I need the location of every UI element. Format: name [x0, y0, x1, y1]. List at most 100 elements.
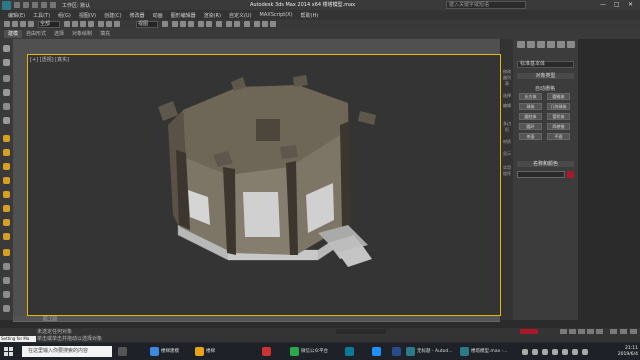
side-tab-polygon[interactable]: 多边形 — [502, 121, 512, 133]
viewport-label[interactable]: [+] [透视] [真实] — [30, 56, 69, 63]
menu-views[interactable]: 视图(V) — [79, 12, 96, 19]
reference-coord-dropdown[interactable]: 视图 — [136, 21, 158, 28]
motion-tab-icon[interactable] — [547, 41, 555, 48]
cylinder-button[interactable]: 圆柱体 — [519, 113, 542, 120]
pivot-icon[interactable] — [162, 21, 168, 27]
render-icon[interactable] — [270, 21, 276, 27]
menu-customize[interactable]: 自定义(U) — [229, 12, 252, 19]
redo-icon[interactable] — [50, 2, 56, 8]
menu-modifiers[interactable]: 修改器 — [130, 12, 145, 19]
perspective-viewport[interactable] — [27, 54, 501, 316]
display-tab-icon[interactable] — [557, 41, 565, 48]
next-frame-icon[interactable] — [587, 329, 594, 334]
percent-snap-icon[interactable] — [188, 21, 194, 27]
object-name-field[interactable] — [517, 171, 565, 178]
tool-icon[interactable] — [3, 219, 10, 226]
tool-icon[interactable] — [3, 177, 10, 184]
ime-icon[interactable] — [582, 349, 588, 355]
auto-key-button[interactable] — [520, 329, 538, 334]
redo-tool-icon[interactable] — [12, 21, 18, 27]
layer-manager-icon[interactable] — [216, 21, 222, 27]
search-input[interactable]: 键入关键字或短语 — [446, 1, 526, 9]
app-logo-icon[interactable] — [2, 0, 11, 10]
menu-help[interactable]: 帮助(H) — [301, 12, 319, 19]
minimize-button[interactable]: — — [600, 1, 606, 8]
photoshop-icon[interactable] — [392, 347, 401, 356]
angle-snap-icon[interactable] — [180, 21, 186, 27]
maxscript-listener[interactable]: Setting for Ma — [0, 336, 36, 342]
tool-icon[interactable] — [3, 249, 10, 256]
go-to-end-icon[interactable] — [596, 329, 603, 334]
scale-icon[interactable] — [114, 21, 120, 27]
task-view-icon[interactable] — [118, 347, 127, 356]
menu-tools[interactable]: 工具(T) — [33, 12, 50, 19]
tool-icon[interactable] — [3, 305, 10, 312]
material-editor-icon[interactable] — [244, 21, 250, 27]
tool-icon[interactable] — [3, 191, 10, 198]
modify-tab-icon[interactable] — [527, 41, 535, 48]
wechat-icon[interactable] — [290, 347, 299, 356]
menu-edit[interactable]: 编辑(E) — [8, 12, 25, 19]
object-color-swatch[interactable] — [567, 171, 574, 178]
utilities-tab-icon[interactable] — [567, 41, 575, 48]
rotate-icon[interactable] — [106, 21, 112, 27]
undo-icon[interactable] — [41, 2, 47, 8]
tube-button[interactable]: 管状体 — [547, 113, 570, 120]
save-file-icon[interactable] — [32, 2, 38, 8]
start-button[interactable] — [4, 347, 13, 356]
cone-button[interactable]: 圆锥体 — [547, 93, 570, 100]
autogrid-checkbox[interactable]: 自动栅格 — [535, 85, 555, 92]
taskbar-app-label[interactable]: 楼梯建模 — [161, 348, 179, 354]
menu-graph-editors[interactable]: 图形编辑器 — [171, 12, 196, 19]
tab-object-paint[interactable]: 对象绘制 — [68, 30, 96, 38]
zoom-icon[interactable] — [610, 329, 617, 334]
teapot-button[interactable]: 茶壶 — [519, 133, 542, 140]
tool-icon[interactable] — [3, 75, 10, 82]
tool-icon[interactable] — [3, 117, 10, 124]
new-file-icon[interactable] — [14, 2, 20, 8]
menu-rendering[interactable]: 渲染(R) — [204, 12, 221, 19]
undo-tool-icon[interactable] — [4, 21, 10, 27]
tab-populate[interactable]: 填充 — [96, 30, 114, 38]
sphere-button[interactable]: 球体 — [519, 103, 542, 110]
select-by-name-icon[interactable] — [72, 21, 78, 27]
tool-icon[interactable] — [3, 163, 10, 170]
tab-freeform[interactable]: 自由形式 — [22, 30, 50, 38]
name-color-rollout[interactable]: 名称和颜色 — [517, 161, 574, 167]
render-setup-icon[interactable] — [254, 21, 260, 27]
app-icon[interactable] — [345, 347, 354, 356]
tool-icon[interactable] — [3, 205, 10, 212]
selection-filter-dropdown[interactable]: 全部 — [38, 21, 60, 28]
track-bar[interactable] — [13, 321, 500, 328]
side-tab-material[interactable]: 材质 — [502, 139, 512, 145]
go-to-start-icon[interactable] — [560, 329, 567, 334]
geosphere-button[interactable]: 几何球体 — [547, 103, 570, 110]
side-tab-display[interactable]: 显示 — [502, 151, 512, 157]
system-clock[interactable]: 21:11 2019/6/4 — [612, 346, 638, 358]
tool-icon[interactable] — [3, 233, 10, 240]
align-icon[interactable] — [206, 21, 212, 27]
open-file-icon[interactable] — [23, 2, 29, 8]
tab-modeling[interactable]: 建模 — [4, 30, 23, 38]
pan-icon[interactable] — [630, 329, 637, 334]
tool-icon[interactable] — [3, 149, 10, 156]
create-tab-icon[interactable] — [517, 41, 525, 48]
max-icon[interactable] — [460, 347, 469, 356]
link-icon[interactable] — [20, 21, 26, 27]
curve-editor-icon[interactable] — [226, 21, 232, 27]
side-tab-modifiers[interactable]: 修改器列表 — [502, 69, 512, 87]
menu-animation[interactable]: 动画 — [153, 12, 163, 19]
side-tab-select[interactable]: 选择 — [502, 93, 512, 99]
max-icon[interactable] — [406, 347, 415, 356]
taskbar-app-label[interactable]: 无标题 - Autod... — [417, 348, 453, 354]
app-icon[interactable] — [372, 347, 381, 356]
rect-selection-icon[interactable] — [80, 21, 86, 27]
side-tab-edit[interactable]: 编辑 — [502, 103, 512, 109]
orbit-icon[interactable] — [620, 329, 627, 334]
network-icon[interactable] — [562, 349, 568, 355]
menu-group[interactable]: 组(G) — [58, 12, 71, 19]
app-icon[interactable] — [262, 347, 271, 356]
tab-selection[interactable]: 选择 — [50, 30, 68, 38]
snap-icon[interactable] — [172, 21, 178, 27]
tool-icon[interactable] — [3, 103, 10, 110]
